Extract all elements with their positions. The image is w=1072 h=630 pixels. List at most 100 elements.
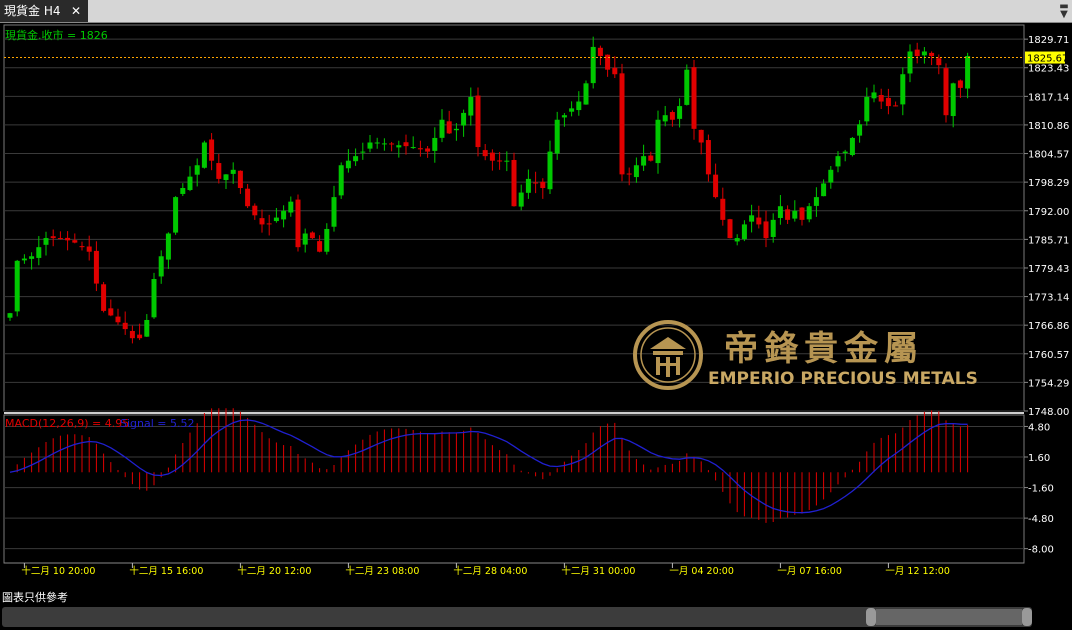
watermark-english-name: EMPERIO PRECIOUS METALS (708, 369, 978, 389)
candle-body (201, 142, 207, 168)
candle-body (36, 247, 42, 258)
candle-body (108, 308, 114, 316)
candle-body (266, 223, 272, 225)
candle-body (475, 95, 481, 148)
candle-body (943, 68, 949, 116)
candle-body (705, 140, 711, 175)
candle-body (583, 83, 589, 105)
candle-body (129, 330, 135, 339)
x-tick-label: 十二月 28 04:00 (453, 565, 527, 577)
candle-body (561, 115, 567, 118)
candle-body (309, 232, 315, 239)
candle-body (554, 119, 560, 154)
candle-body (864, 96, 870, 122)
watermark-logo: 帝鋒貴金屬 EMPERIO PRECIOUS METALS (632, 319, 1004, 397)
candle-body (302, 233, 308, 245)
macd-tick-label: -8.00 (1028, 545, 1054, 556)
candle-body (403, 142, 409, 147)
macd-legend: MACD(12,26,9) = 4.95 (5, 417, 129, 430)
candle-body (453, 128, 459, 131)
candle-body (259, 218, 265, 225)
candle-body (353, 156, 359, 162)
price-tick-label: 1792.00 (1028, 207, 1069, 218)
disclaimer-note: 圖表只供參考 (2, 591, 68, 604)
x-tick-label: 一月 12 12:00 (885, 566, 950, 577)
candle-body (720, 198, 726, 220)
candle-body (216, 163, 222, 179)
candle-body (29, 256, 35, 259)
candle-body (187, 176, 193, 190)
price-legend: 現貨金.收市 = 1826 (5, 28, 108, 42)
candle-body (482, 150, 488, 157)
x-tick-label: 十二月 23 08:00 (345, 565, 419, 577)
close-icon[interactable]: ✕ (67, 0, 85, 22)
macd-tick-label: 4.80 (1028, 422, 1050, 433)
tab-bar: 現貨金 H4 ✕ ▬ ▼ (0, 0, 1072, 23)
candle-body (698, 129, 704, 143)
candle-body (669, 112, 675, 120)
price-tick-label: 1817.14 (1028, 92, 1069, 103)
candle-body (417, 148, 423, 150)
candle-body (878, 94, 884, 102)
x-tick-label: 十二月 20 12:00 (237, 565, 311, 577)
candle-body (122, 322, 128, 330)
candle-body (885, 97, 891, 107)
candle-body (223, 174, 229, 181)
candle-body (144, 319, 150, 337)
candle-body (396, 145, 402, 148)
candle-body (792, 210, 798, 219)
candle-body (590, 46, 596, 84)
candle-body (209, 139, 215, 161)
x-tick-label: 十二月 15 16:00 (129, 565, 203, 577)
candle-body (252, 205, 258, 216)
candle-body (914, 49, 920, 57)
candle-body (331, 197, 337, 227)
candle-body (151, 279, 157, 318)
candle-body (360, 151, 366, 153)
chart-scrollbar[interactable] (0, 604, 1072, 630)
candle-body (799, 207, 805, 220)
x-tick-label: 一月 04 20:00 (669, 566, 734, 577)
candle-body (43, 238, 49, 245)
candle-body (79, 246, 85, 248)
candle-body (281, 210, 287, 220)
candle-body (194, 165, 200, 175)
scroll-handle-right[interactable] (1022, 608, 1032, 626)
candle-body (288, 201, 294, 213)
candle-body (936, 58, 942, 66)
candle-body (295, 199, 301, 248)
scroll-thumb[interactable] (876, 609, 1022, 625)
candle-body (439, 119, 445, 138)
candle-body (237, 170, 243, 189)
macd-pane-frame (3, 414, 1025, 564)
candle-body (446, 121, 452, 134)
candle-body (619, 73, 625, 175)
candle-body (957, 80, 963, 88)
candle-body (727, 219, 733, 239)
candle-body (770, 219, 776, 237)
candle-body (633, 165, 639, 178)
candle-body (648, 155, 654, 161)
candle-body (367, 142, 373, 149)
candle-body (7, 313, 13, 318)
candle-body (713, 174, 719, 198)
chart-canvas[interactable]: 1829.71 1823.43 1817.14 1810.86 1804.57 1798.… (0, 23, 1072, 603)
candle-body (65, 237, 71, 241)
candle-body (461, 112, 467, 126)
candle-body (835, 156, 841, 167)
candle-body (828, 169, 834, 183)
chart-tab[interactable]: 現貨金 H4 ✕ (0, 0, 88, 22)
scroll-handle-left[interactable] (866, 608, 876, 626)
candle-body (540, 181, 546, 189)
tab-menu-icon[interactable]: ▬ ▼ (1058, 2, 1070, 20)
candle-body (785, 209, 791, 220)
price-tick-label: 1798.29 (1028, 178, 1069, 189)
candle-body (893, 105, 899, 107)
candle-body (777, 206, 783, 218)
candle-body (273, 217, 279, 222)
candle-body (14, 260, 20, 312)
candle-body (21, 258, 27, 261)
candle-body (612, 67, 618, 75)
price-tick-label: 1754.29 (1028, 378, 1069, 389)
candle-body (245, 188, 251, 207)
